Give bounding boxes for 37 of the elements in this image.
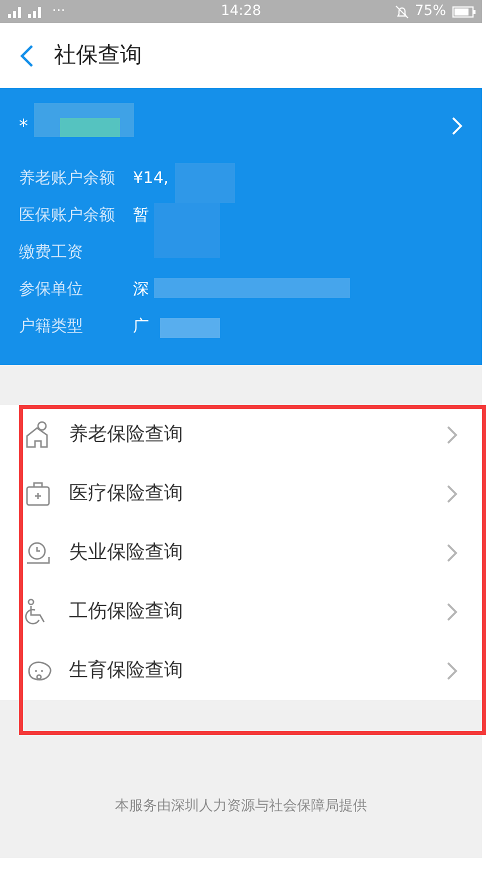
menu-label: 失业保险查询: [69, 540, 184, 566]
field-value: 暂: [133, 204, 149, 226]
chevron-right-icon: [446, 660, 458, 680]
back-icon: [20, 44, 34, 68]
menu-label: 生育保险查询: [69, 658, 184, 684]
menu-item[interactable]: 生育保险查询: [0, 641, 482, 700]
field-label: 养老账户余额: [19, 167, 116, 189]
menu-item[interactable]: 养老保险查询: [0, 405, 482, 464]
field-value: 深: [133, 278, 149, 300]
field-value: 广: [133, 315, 149, 337]
footer-note: 本服务由深圳人力资源与社会保障局提供: [115, 797, 367, 816]
chevron-right-icon: [446, 602, 458, 622]
bell-off-icon: [394, 4, 409, 18]
menu-label: 养老保险查询: [69, 422, 184, 448]
back-button[interactable]: [20, 44, 34, 68]
menu-item[interactable]: 失业保险查询: [0, 523, 482, 582]
chevron-right-icon: [446, 542, 458, 562]
status-time: 14:28: [220, 2, 262, 21]
page-title: 社保查询: [54, 42, 142, 70]
elderly-person-icon: [25, 420, 51, 448]
battery-icon: [452, 6, 476, 18]
field-label: 户籍类型: [19, 315, 84, 337]
menu-label: 工伤保险查询: [69, 599, 184, 624]
medical-kit-icon: [25, 480, 51, 508]
battery-percent: 75%: [414, 2, 446, 21]
chevron-right-icon: [446, 424, 458, 444]
chevron-right-icon: [446, 484, 458, 504]
menu-label: 医疗保险查询: [69, 481, 184, 506]
field-label: 医保账户余额: [19, 204, 116, 226]
chevron-right-icon: [451, 116, 463, 136]
menu-item[interactable]: 医疗保险查询: [0, 464, 482, 523]
field-label: 参保单位: [19, 278, 84, 300]
field-label: 缴费工资: [19, 241, 84, 263]
account-name: *: [19, 114, 28, 138]
status-dots: ···: [52, 2, 66, 21]
menu-item[interactable]: 工伤保险查询: [0, 582, 482, 641]
field-value: ¥14,: [133, 167, 169, 189]
